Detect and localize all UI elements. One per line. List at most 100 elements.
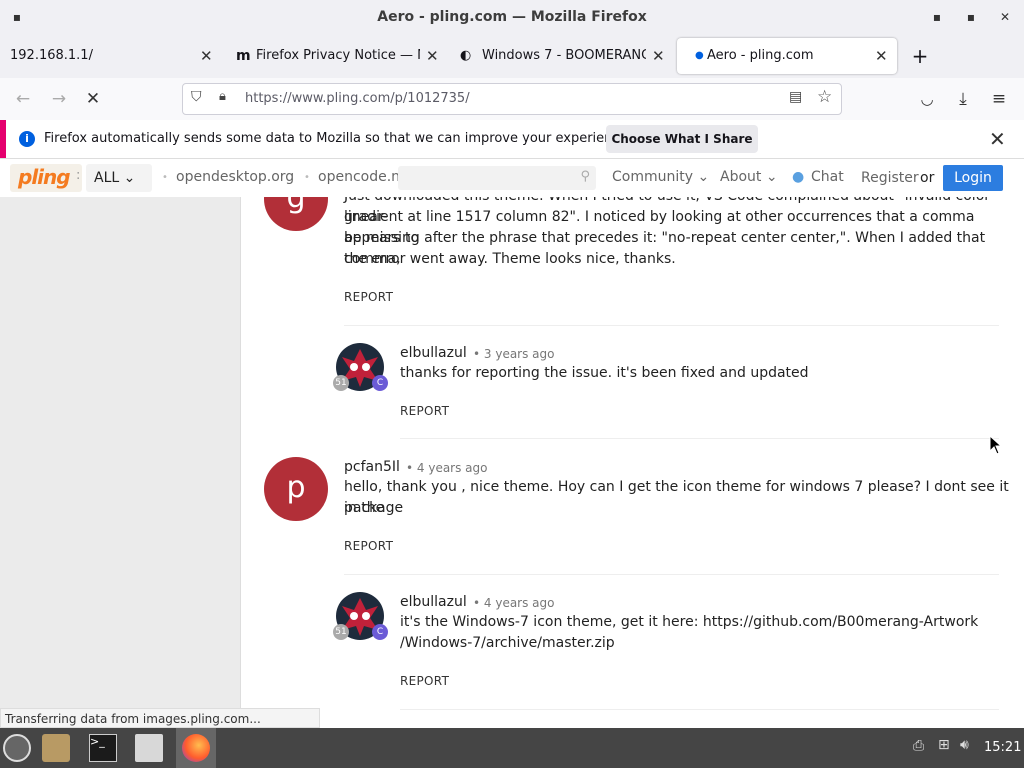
tab-close-icon[interactable]: ✕	[426, 38, 439, 74]
back-button[interactable]: ←	[10, 86, 36, 112]
tab-close-icon[interactable]: ✕	[652, 38, 665, 74]
printer-icon[interactable]: ⎙	[913, 738, 924, 754]
favicon-icon: ◐	[460, 48, 472, 63]
left-sidebar	[0, 197, 241, 728]
reply-timestamp: • 3 years ago	[473, 347, 555, 361]
site-navigation: pling : ALL ⌄ • opendesktop.org • openco…	[0, 159, 1024, 198]
start-menu-icon[interactable]	[3, 734, 31, 762]
search-icon[interactable]: ⚲	[580, 169, 590, 184]
tracking-shield-icon[interactable]: ⛉	[191, 89, 202, 105]
reply-username[interactable]: elbullazul	[400, 594, 467, 610]
terminal-icon[interactable]: >_	[89, 734, 117, 762]
reader-view-icon[interactable]: ▤	[789, 89, 802, 105]
firefox-taskbar-button[interactable]	[176, 728, 216, 768]
downloads-icon[interactable]: ⤓	[950, 86, 976, 112]
tab-label: Aero - pling.com	[707, 48, 814, 63]
notification-message: Firefox automatically sends some data to…	[44, 131, 632, 146]
tab-boomerang[interactable]: ◐ Windows 7 - BOOMERANG ✕	[452, 38, 674, 74]
comment-text-line: hello, thank you , nice theme. Hoy can I…	[344, 479, 1009, 516]
or-text: or	[920, 170, 935, 186]
tab-strip: 192.168.1.1/ ✕ m Firefox Privacy Notice …	[0, 34, 1024, 78]
tab-close-icon[interactable]: ✕	[875, 38, 888, 74]
level-badge: 51	[333, 624, 349, 640]
report-link[interactable]: REPORT	[344, 290, 393, 304]
comments-area: g Just downloaded this theme. When I tri…	[241, 197, 1024, 728]
tab-close-icon[interactable]: ✕	[200, 38, 213, 74]
chat-bubble-icon[interactable]: ●	[792, 169, 804, 185]
file-manager-icon[interactable]	[42, 734, 70, 762]
reply-timestamp: • 4 years ago	[473, 596, 555, 610]
site-search-input[interactable]: ⚲	[398, 166, 596, 190]
notification-bar: i Firefox automatically sends some data …	[0, 120, 1024, 159]
forward-button[interactable]: →	[46, 86, 72, 112]
comment-username[interactable]: pcfan5Il	[344, 459, 400, 475]
mozilla-favicon-icon: m	[236, 48, 251, 64]
tab-label: Firefox Privacy Notice — Mo	[256, 48, 420, 63]
link-opencode[interactable]: opencode.ne	[318, 169, 409, 185]
level-badge: 51	[333, 375, 349, 391]
window-title: Aero - pling.com — Mozilla Firefox	[377, 9, 647, 25]
reply-text: thanks for reporting the issue. it's bee…	[400, 365, 809, 381]
divider	[400, 438, 999, 439]
url-bar[interactable]: ⛉ 🔒︎ https://www.pling.com/p/1012735/ ▤ …	[182, 83, 842, 115]
divider	[400, 709, 999, 710]
network-icon[interactable]: ⊞	[938, 737, 950, 753]
creator-badge: C	[372, 624, 388, 640]
reply-username[interactable]: elbullazul	[400, 345, 467, 361]
report-link[interactable]: REPORT	[400, 404, 449, 418]
link-opendesktop[interactable]: opendesktop.org	[176, 169, 294, 185]
creator-badge: C	[372, 375, 388, 391]
comment-text-line: package	[344, 500, 404, 516]
url-text[interactable]: https://www.pling.com/p/1012735/	[245, 91, 470, 106]
bookmark-star-icon[interactable]: ☆	[817, 87, 832, 107]
stop-button[interactable]: ✕	[80, 86, 106, 112]
community-menu[interactable]: Community ⌄	[612, 169, 709, 185]
choose-what-i-share-button[interactable]: Choose What I Share	[606, 125, 758, 153]
close-window-icon[interactable]: ✕	[996, 8, 1014, 26]
taskbar: >_ ⎙ ⊞ 🔊︎ 15:21	[0, 728, 1024, 768]
reply-text-line: /Windows-7/archive/master.zip	[400, 635, 615, 651]
category-dropdown[interactable]: ALL ⌄	[86, 164, 152, 192]
lock-icon[interactable]: 🔒︎	[219, 89, 226, 104]
report-link[interactable]: REPORT	[344, 539, 393, 553]
archive-manager-icon[interactable]	[135, 734, 163, 762]
register-link[interactable]: Register	[861, 170, 919, 186]
tab-label: Windows 7 - BOOMERANG	[482, 48, 646, 63]
title-bar: ▪ Aero - pling.com — Mozilla Firefox ▪ ▪…	[0, 0, 1024, 34]
report-link[interactable]: REPORT	[400, 674, 449, 688]
tab-label: 192.168.1.1/	[10, 48, 93, 63]
comment-text-line: the error went away. Theme looks nice, t…	[344, 251, 676, 267]
status-bar: Transferring data from images.pling.com.…	[0, 708, 320, 728]
tab-privacy-notice[interactable]: m Firefox Privacy Notice — Mo ✕	[226, 38, 448, 74]
divider	[344, 574, 999, 575]
divider	[344, 325, 999, 326]
avatar[interactable]: g	[264, 197, 328, 231]
pocket-icon[interactable]: ◡	[914, 86, 940, 112]
maximize-icon[interactable]: ▪	[962, 8, 980, 26]
bullet-icon: •	[162, 172, 168, 183]
notification-accent	[0, 120, 6, 158]
menu-icon[interactable]: ≡	[986, 86, 1012, 112]
firefox-icon	[182, 734, 210, 762]
loading-dot-icon: ●	[695, 50, 704, 61]
about-menu[interactable]: About ⌄	[720, 169, 778, 185]
logo-separator: :	[76, 168, 81, 183]
close-notification-icon[interactable]: ✕	[989, 127, 1006, 151]
comment-timestamp: • 4 years ago	[406, 461, 488, 475]
new-tab-button[interactable]: +	[908, 38, 932, 74]
volume-icon[interactable]: 🔊︎	[960, 737, 969, 753]
navigation-bar: ← → ✕ ⛉ 🔒︎ https://www.pling.com/p/10127…	[0, 78, 1024, 121]
avatar[interactable]: p	[264, 457, 328, 521]
pling-logo[interactable]: pling	[10, 164, 82, 192]
minimize-icon[interactable]: ▪	[928, 8, 946, 26]
chat-link[interactable]: Chat	[811, 169, 844, 185]
tab-router[interactable]: 192.168.1.1/ ✕	[0, 38, 222, 74]
tab-aero-pling[interactable]: ● Aero - pling.com ✕	[677, 38, 897, 74]
reply-text-line: it's the Windows-7 icon theme, get it he…	[400, 614, 979, 630]
logo-text: pling	[18, 165, 71, 189]
clock[interactable]: 15:21	[984, 740, 1021, 755]
info-icon: i	[19, 131, 35, 147]
mouse-cursor-icon	[989, 435, 1003, 455]
login-button[interactable]: Login	[943, 165, 1003, 191]
bullet-icon: •	[304, 172, 310, 183]
